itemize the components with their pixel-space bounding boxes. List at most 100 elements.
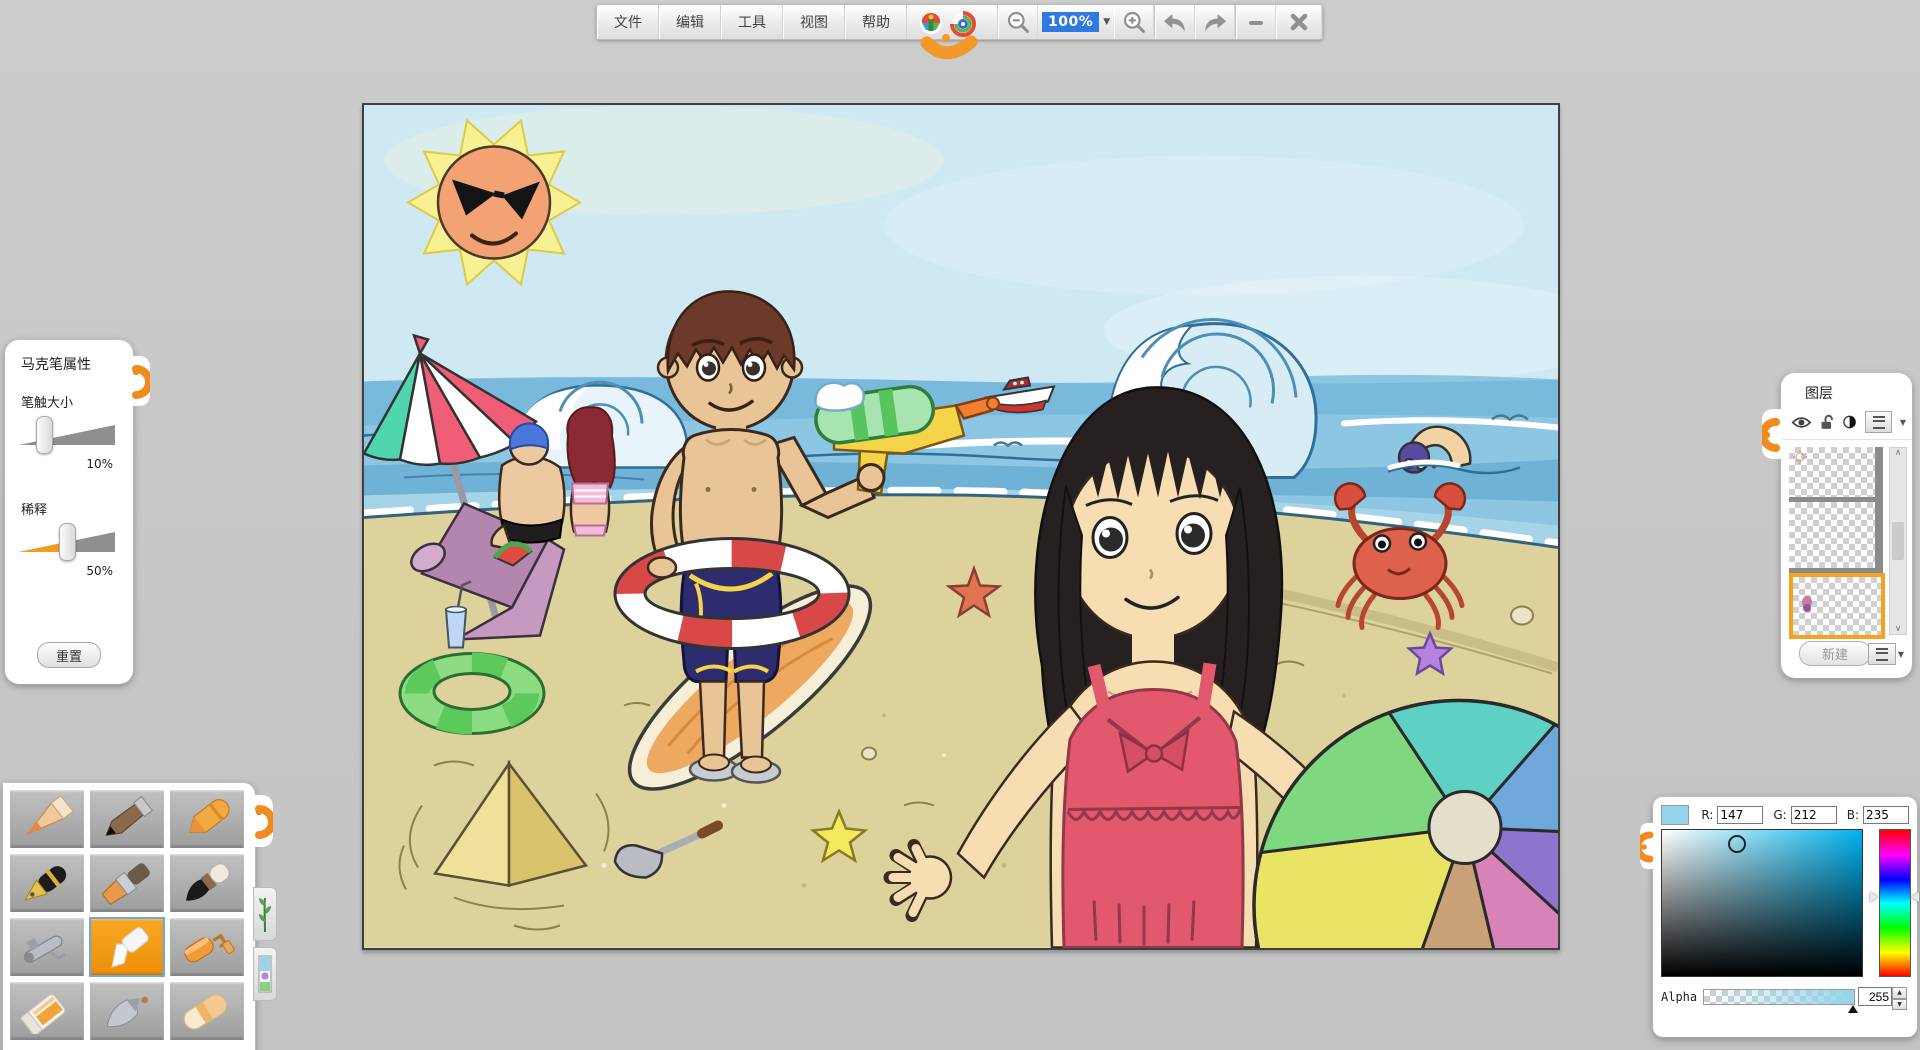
layer-item-1[interactable] bbox=[1789, 447, 1883, 502]
green-label: G: bbox=[1773, 808, 1786, 822]
marker-properties-panel: 马克笔属性 笔触大小 10% 稀释 50% 重置 bbox=[5, 340, 133, 684]
alpha-slider-marker[interactable] bbox=[1848, 1005, 1858, 1013]
dilution-thumb[interactable] bbox=[59, 523, 76, 561]
minimize-button[interactable] bbox=[1236, 5, 1276, 39]
tool-fountain-pen[interactable] bbox=[10, 854, 84, 912]
redo-icon bbox=[1202, 11, 1228, 34]
tool-ink-brush[interactable] bbox=[170, 854, 244, 912]
scroll-down-arrow[interactable]: ∨ bbox=[1895, 624, 1902, 634]
scroll-up-arrow[interactable]: ∧ bbox=[1895, 448, 1902, 458]
alpha-slider[interactable] bbox=[1703, 989, 1855, 1005]
hue-bar[interactable] bbox=[1879, 829, 1911, 977]
red-label: R: bbox=[1701, 808, 1713, 822]
new-layer-button[interactable]: 新建 bbox=[1799, 641, 1871, 666]
current-color-swatch bbox=[1661, 805, 1689, 825]
zoom-dropdown-arrow[interactable]: ▼ bbox=[1103, 17, 1110, 27]
close-icon bbox=[1289, 12, 1309, 32]
tool-airbrush[interactable] bbox=[10, 918, 84, 976]
menu-file[interactable]: 文件 bbox=[597, 5, 659, 39]
tool-marker[interactable] bbox=[90, 918, 164, 976]
undo-button[interactable] bbox=[1155, 5, 1195, 39]
layer-list-menu-button[interactable] bbox=[1868, 643, 1896, 665]
app-window: 文件 编辑 工具 视图 帮助 bbox=[0, 0, 1920, 1050]
zoom-out-button[interactable] bbox=[998, 5, 1038, 39]
tool-metal-pen[interactable] bbox=[90, 982, 164, 1040]
zoom-in-button[interactable] bbox=[1114, 5, 1154, 39]
logo-nose bbox=[942, 34, 950, 42]
tool-paint-roller[interactable] bbox=[170, 918, 244, 976]
menu-edit[interactable]: 编辑 bbox=[659, 5, 721, 39]
color-picker-panel: R: G: B: Alpha ▲ ▼ bbox=[1653, 797, 1917, 1037]
tool-crayon[interactable] bbox=[170, 790, 244, 848]
dilution-slider[interactable] bbox=[19, 522, 119, 562]
hue-marker-right[interactable] bbox=[1911, 892, 1919, 902]
alpha-decrement-button[interactable]: ▼ bbox=[1892, 999, 1907, 1011]
marker-panel-title: 马克笔属性 bbox=[5, 340, 133, 374]
alpha-increment-button[interactable]: ▲ bbox=[1892, 987, 1907, 999]
shell bbox=[1511, 607, 1533, 625]
tool-charcoal-pencil[interactable] bbox=[90, 790, 164, 848]
picture-icon bbox=[258, 954, 272, 994]
minimize-icon bbox=[1246, 12, 1266, 32]
dilution-value: 50% bbox=[5, 564, 133, 578]
blend-icon[interactable] bbox=[1842, 414, 1857, 430]
brush-size-track[interactable] bbox=[19, 425, 115, 445]
magnifier-minus-icon bbox=[1006, 10, 1030, 34]
alpha-label: Alpha bbox=[1661, 990, 1697, 1004]
layers-scrollbar[interactable]: ∧ ∨ bbox=[1889, 447, 1907, 635]
lock-icon[interactable] bbox=[1820, 414, 1834, 431]
layer-menu-arrow[interactable]: ▼ bbox=[1900, 418, 1906, 427]
app-logo bbox=[907, 5, 998, 39]
zoom-level-display[interactable]: 100% bbox=[1042, 12, 1099, 32]
layers-list bbox=[1789, 447, 1887, 633]
tool-palette bbox=[3, 783, 255, 1050]
blue-label: B: bbox=[1847, 808, 1859, 822]
sv-cursor[interactable] bbox=[1728, 835, 1746, 853]
layer-menu-button[interactable] bbox=[1865, 411, 1892, 433]
menu-tools[interactable]: 工具 bbox=[721, 5, 783, 39]
canvas[interactable] bbox=[362, 103, 1560, 950]
undo-icon bbox=[1162, 11, 1188, 34]
tool-colored-pencil[interactable] bbox=[10, 790, 84, 848]
layers-panel: 图层 ▼ bbox=[1781, 373, 1912, 678]
color-picker-tab-handle[interactable] bbox=[1640, 823, 1654, 873]
tool-palette-tab-handle[interactable] bbox=[253, 795, 273, 851]
shell-small bbox=[862, 748, 876, 760]
red-input[interactable] bbox=[1717, 806, 1763, 824]
brush-size-slider[interactable] bbox=[19, 415, 119, 455]
scrollbar-thumb[interactable] bbox=[1892, 522, 1904, 560]
brush-size-value: 10% bbox=[5, 457, 133, 471]
picture-page-button[interactable] bbox=[253, 947, 277, 1001]
visibility-eye-icon[interactable] bbox=[1791, 415, 1812, 430]
saturation-value-gradient[interactable] bbox=[1661, 829, 1863, 977]
green-swim-ring bbox=[400, 654, 544, 734]
menu-view[interactable]: 视图 bbox=[783, 5, 845, 39]
logo-left-eye-icon bbox=[920, 12, 942, 34]
plant-page-button[interactable] bbox=[253, 887, 277, 941]
layer-item-3-selected[interactable] bbox=[1789, 573, 1885, 639]
alpha-value-input[interactable] bbox=[1858, 987, 1892, 1006]
layer-list-menu-arrow[interactable]: ▼ bbox=[1898, 650, 1904, 659]
logo-smile bbox=[927, 42, 971, 53]
brush-size-thumb[interactable] bbox=[36, 416, 53, 454]
blue-input[interactable] bbox=[1863, 806, 1909, 824]
menu-help[interactable]: 帮助 bbox=[845, 5, 907, 39]
plant-icon bbox=[258, 894, 272, 934]
layer-item-2[interactable] bbox=[1789, 502, 1883, 573]
reset-button[interactable]: 重置 bbox=[37, 642, 101, 668]
tool-eraser[interactable] bbox=[170, 982, 244, 1040]
dilution-label: 稀释 bbox=[5, 471, 133, 518]
hue-marker-left[interactable] bbox=[1870, 892, 1878, 902]
logo-right-eye-icon bbox=[952, 13, 974, 35]
tool-paint-jar[interactable] bbox=[10, 982, 84, 1040]
redo-button[interactable] bbox=[1195, 5, 1235, 39]
magnifier-plus-icon bbox=[1122, 10, 1146, 34]
close-button[interactable] bbox=[1276, 5, 1322, 39]
green-input[interactable] bbox=[1791, 806, 1837, 824]
layers-panel-tab-handle[interactable] bbox=[1762, 409, 1782, 463]
beach-drawing bbox=[364, 105, 1558, 948]
toolbar: 文件 编辑 工具 视图 帮助 bbox=[596, 4, 1323, 40]
tool-flat-brush[interactable] bbox=[90, 854, 164, 912]
brush-size-label: 笔触大小 bbox=[5, 374, 133, 411]
marker-panel-tab-handle[interactable] bbox=[130, 356, 150, 410]
